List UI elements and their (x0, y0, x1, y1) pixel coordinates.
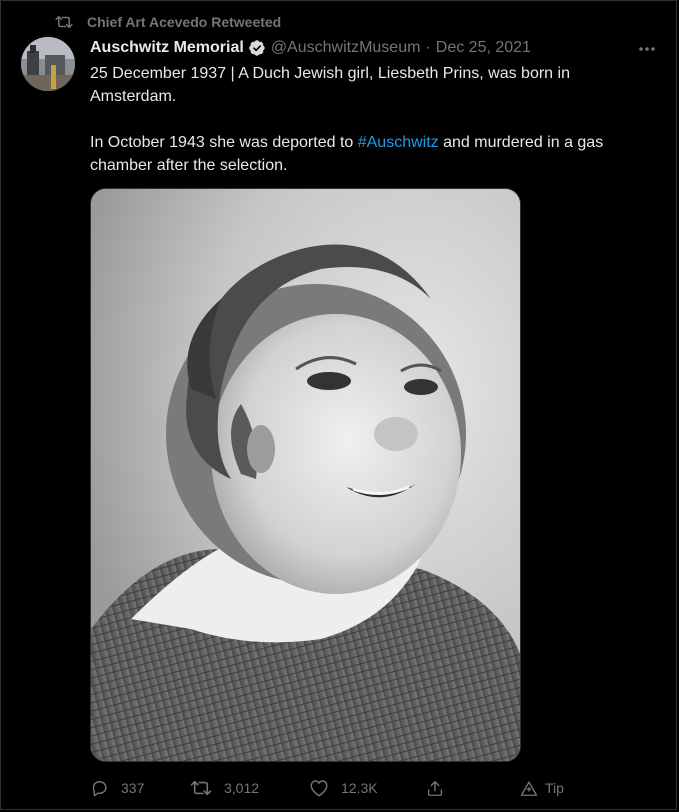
share-icon (426, 779, 444, 798)
tweet-header: Auschwitz Memorial @AuschwitzMuseum · De… (90, 37, 531, 59)
retweet-context[interactable]: Chief Art Acevedo Retweeted (55, 12, 281, 32)
tweet-photo[interactable] (90, 188, 521, 762)
tip-label: Tip (545, 780, 564, 796)
hashtag-link[interactable]: #Auschwitz (358, 134, 439, 151)
tip-icon (520, 780, 538, 797)
like-button[interactable]: 12.3K (309, 775, 378, 801)
reply-button[interactable]: 337 (90, 775, 144, 801)
header-separator: · (425, 39, 431, 56)
tweet-paragraph-1: 25 December 1937 | A Duch Jewish girl, L… (90, 65, 570, 105)
verified-badge-icon (248, 39, 266, 57)
retweet-count: 3,012 (224, 780, 260, 796)
avatar[interactable] (21, 37, 75, 91)
like-count: 12.3K (341, 780, 378, 796)
retweet-label: Chief Art Acevedo Retweeted (87, 14, 282, 30)
more-horizontal-icon (638, 39, 656, 57)
heart-icon (309, 779, 329, 797)
more-options-button[interactable] (635, 37, 659, 59)
tweet-card[interactable]: Chief Art Acevedo Retweeted Auschwitz Me… (0, 0, 677, 810)
tweet-paragraph-2: In October 1943 she was deported to #Aus… (90, 131, 650, 177)
tip-button[interactable]: Tip (520, 775, 564, 801)
tweet-text: 25 December 1937 | A Duch Jewish girl, L… (90, 62, 650, 177)
reply-count: 337 (121, 780, 145, 796)
portrait-photo-image (91, 189, 520, 761)
author-display-name[interactable]: Auschwitz Memorial (90, 39, 244, 57)
tweet-date[interactable]: Dec 25, 2021 (436, 39, 531, 57)
tweet-actions: 337 3,012 12.3K Tip (90, 775, 580, 801)
retweet-icon (55, 14, 73, 30)
tweet-text-before-hashtag: In October 1943 she was deported to (90, 134, 358, 151)
retweet-button[interactable]: 3,012 (190, 775, 259, 801)
reply-icon (90, 779, 109, 798)
retweet-action-icon (190, 779, 212, 797)
author-handle[interactable]: @AuschwitzMuseum (271, 39, 421, 57)
share-button[interactable] (426, 775, 444, 801)
